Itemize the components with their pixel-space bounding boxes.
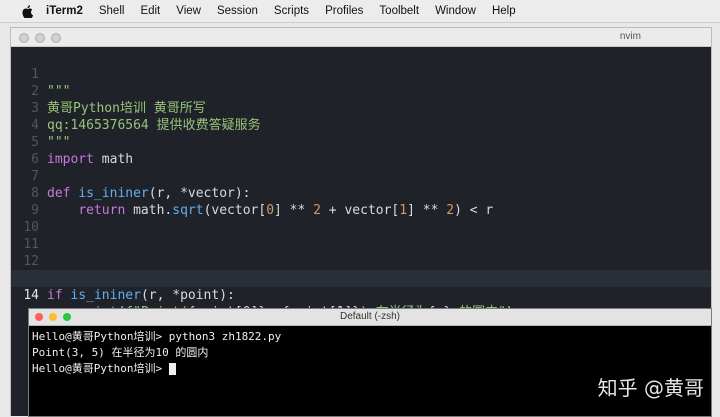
menu-bar: iTerm2 Shell Edit View Session Scripts P… bbox=[0, 0, 720, 23]
code-line: 4 """ bbox=[11, 100, 711, 150]
menu-scripts[interactable]: Scripts bbox=[274, 5, 309, 17]
zoom-button[interactable] bbox=[51, 33, 61, 43]
terminal-title: Default (-zsh) bbox=[339, 311, 400, 322]
code-line: 6 bbox=[11, 134, 711, 167]
code-line: 7 def is_ininer(r, *vector): bbox=[11, 151, 711, 201]
code-line: 1 """ bbox=[11, 49, 711, 99]
code-line: 2 黄哥Python培训 黄哥所写 bbox=[11, 66, 711, 116]
code-text: if is_ininer(r, *point): bbox=[47, 288, 235, 303]
menu-shell[interactable]: Shell bbox=[99, 5, 125, 17]
terminal-line: Point(3, 5) 在半径为10 的圆内 bbox=[32, 346, 209, 359]
code-line: 9 bbox=[11, 185, 711, 218]
terminal-prompt-line[interactable]: Hello@黄哥Python培训> bbox=[32, 361, 176, 376]
menu-window[interactable]: Window bbox=[435, 5, 476, 17]
code-line: 13 if is_ininer(r, *point): bbox=[11, 253, 711, 303]
nvim-titlebar[interactable]: nvim bbox=[11, 28, 711, 47]
menu-profiles[interactable]: Profiles bbox=[325, 5, 363, 17]
close-button[interactable] bbox=[19, 33, 29, 43]
code-line-current: 14 print(f"Point({point[0]}, {point[1]})… bbox=[11, 270, 711, 320]
code-line: 10 bbox=[11, 202, 711, 235]
menu-toolbelt[interactable]: Toolbelt bbox=[379, 5, 419, 17]
menu-edit[interactable]: Edit bbox=[140, 5, 160, 17]
code-line: 5 import math bbox=[11, 117, 711, 167]
line-number: 14 bbox=[23, 288, 39, 303]
code-editor[interactable]: 1 """ 2 黄哥Python培训 黄哥所写 3 qq:1465376564 … bbox=[11, 47, 711, 323]
code-line: 8 return math.sqrt(vector[0] ** 2 + vect… bbox=[11, 168, 711, 218]
apple-icon[interactable] bbox=[20, 4, 34, 18]
terminal-prompt: Hello@黄哥Python培训> bbox=[32, 362, 169, 375]
window-title: nvim bbox=[619, 31, 641, 42]
minimize-button[interactable] bbox=[35, 33, 45, 43]
menu-iterm2[interactable]: iTerm2 bbox=[46, 5, 83, 17]
menu-help[interactable]: Help bbox=[492, 5, 516, 17]
code-line: 11 bbox=[11, 219, 711, 252]
code-line: 12 point, r = (3, 5), 10 bbox=[11, 236, 711, 286]
terminal-line: Hello@黄哥Python培训> python3 zh1822.py bbox=[32, 330, 282, 343]
watermark: 知乎 @黄哥 bbox=[597, 376, 704, 400]
menu-view[interactable]: View bbox=[176, 5, 201, 17]
code-line: 3 qq:1465376564 提供收费答疑服务 bbox=[11, 83, 711, 133]
terminal-titlebar[interactable]: Default (-zsh) bbox=[29, 309, 711, 326]
text-cursor bbox=[168, 363, 176, 375]
menu-session[interactable]: Session bbox=[217, 5, 258, 17]
